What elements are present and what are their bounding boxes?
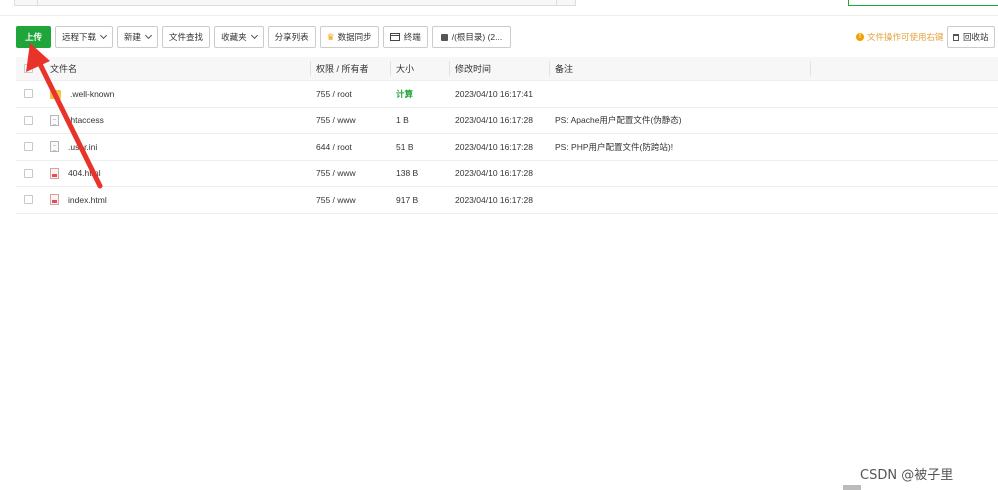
- file-permission[interactable]: 755 / www: [316, 108, 356, 134]
- file-name[interactable]: 404.html: [68, 168, 101, 178]
- file-manager-page: 上传 远程下载 新建 文件查找 收藏夹 分享列表 ♛ 数据同步 终端 /(根目录…: [0, 0, 998, 490]
- favorites-label: 收藏夹: [221, 32, 247, 42]
- terminal-icon: [389, 33, 400, 41]
- recycle-bin-button[interactable]: 回收站: [947, 26, 995, 48]
- html-file-icon: [50, 167, 59, 179]
- horizontal-scrollbar[interactable]: [843, 485, 861, 490]
- address-bar[interactable]: [14, 0, 576, 6]
- file-modified: 2023/04/10 16:17:41: [455, 88, 533, 99]
- file-search-label: 文件查找: [169, 32, 204, 42]
- row-check-cell: [24, 81, 33, 107]
- row-name-cell[interactable]: .user.ini: [50, 134, 97, 160]
- file-name[interactable]: .htaccess: [68, 115, 104, 125]
- table-row[interactable]: .well-known 755 / root 计算 2023/04/10 16:17:…: [16, 81, 998, 108]
- file-size[interactable]: 计算: [396, 81, 413, 107]
- header-size[interactable]: 大小: [389, 57, 414, 80]
- search-box[interactable]: [848, 0, 998, 6]
- info-icon: !: [856, 33, 864, 41]
- chevron-down-icon: [145, 31, 153, 40]
- terminal-label: 终端: [403, 32, 421, 42]
- share-list-button[interactable]: 分享列表: [267, 26, 316, 48]
- path-button[interactable]: /(根目录) (2...: [431, 26, 512, 48]
- file-modified: 2023/04/10 16:17:28: [455, 115, 533, 126]
- table-row[interactable]: .htaccess 755 / www 1 B 2023/04/10 16:17:28…: [16, 108, 998, 134]
- top-divider: [0, 15, 998, 16]
- row-checkbox[interactable]: [24, 115, 33, 125]
- upload-button[interactable]: 上传: [16, 26, 52, 48]
- chevron-down-icon: [250, 31, 258, 40]
- crown-icon: ♛: [326, 31, 335, 42]
- table-body: .well-known 755 / root 计算 2023/04/10 16:17:…: [16, 81, 998, 214]
- file-permission[interactable]: 755 / www: [316, 187, 356, 213]
- header-modified[interactable]: 修改时间: [448, 57, 491, 80]
- folder-icon: [50, 90, 61, 100]
- row-check-cell: [24, 108, 33, 134]
- file-size: 138 B: [396, 168, 419, 179]
- table-header: 文件名 权限 / 所有者 大小 修改时间 备注: [16, 57, 998, 81]
- row-check-cell: [24, 161, 33, 187]
- row-check-cell: [24, 134, 33, 160]
- file-permission[interactable]: 755 / www: [316, 161, 356, 187]
- row-name-cell[interactable]: .htaccess: [50, 108, 104, 134]
- chevron-down-icon: [99, 31, 108, 40]
- file-note[interactable]: PS: Apache用户配置文件(伪静态): [555, 108, 682, 134]
- disk-icon: [440, 33, 448, 41]
- table-row[interactable]: 404.html 755 / www 138 B 2023/04/10 16:17:2…: [16, 161, 998, 187]
- select-all-checkbox[interactable]: [24, 64, 33, 73]
- file-permission[interactable]: 755 / root: [316, 81, 352, 107]
- row-name-cell[interactable]: 404.html: [50, 161, 101, 187]
- favorites-button[interactable]: 收藏夹: [214, 26, 264, 48]
- data-sync-button[interactable]: ♛ 数据同步: [319, 26, 379, 48]
- terminal-button[interactable]: 终端: [382, 26, 428, 48]
- file-icon: [50, 114, 59, 126]
- path-label: /(根目录) (2...: [451, 32, 503, 42]
- file-name[interactable]: index.html: [68, 195, 107, 205]
- share-list-label: 分享列表: [274, 32, 309, 42]
- new-button[interactable]: 新建: [117, 26, 159, 48]
- table-row[interactable]: .user.ini 644 / root 51 B 2023/04/10 16:17:…: [16, 134, 998, 161]
- file-search-button[interactable]: 文件查找: [162, 26, 211, 48]
- upload-button-label: 上传: [25, 32, 43, 42]
- row-name-cell[interactable]: .well-known: [50, 81, 114, 107]
- row-name-cell[interactable]: index.html: [50, 187, 107, 213]
- file-note[interactable]: PS: PHP用户配置文件(防跨站)!: [555, 134, 673, 160]
- data-sync-label: 数据同步: [337, 32, 372, 42]
- right-click-tip: ! 文件操作可使用右键: [856, 31, 944, 43]
- recycle-bin-label: 回收站: [963, 32, 989, 42]
- file-size: 51 B: [396, 141, 414, 152]
- header-permission[interactable]: 权限 / 所有者: [310, 57, 369, 80]
- csdn-watermark: CSDN @被子里: [860, 468, 954, 483]
- file-name[interactable]: .user.ini: [68, 142, 97, 152]
- file-modified: 2023/04/10 16:17:28: [455, 141, 533, 152]
- address-bar-divider-left: [37, 0, 38, 5]
- trash-icon: [953, 33, 959, 41]
- header-name[interactable]: 文件名: [50, 57, 77, 80]
- row-check-cell: [24, 187, 33, 213]
- file-toolbar: 上传 远程下载 新建 文件查找 收藏夹 分享列表 ♛ 数据同步 终端 /(根目录…: [16, 26, 515, 48]
- file-size: 1 B: [396, 115, 409, 126]
- header-note: 备注: [548, 57, 573, 80]
- row-checkbox[interactable]: [24, 89, 33, 99]
- remote-download-button[interactable]: 远程下载: [55, 26, 114, 48]
- file-modified: 2023/04/10 16:17:28: [455, 194, 533, 205]
- row-checkbox[interactable]: [24, 142, 33, 152]
- select-all-cell: [24, 57, 33, 80]
- file-permission[interactable]: 644 / root: [316, 134, 352, 160]
- table-row[interactable]: index.html 755 / www 917 B 2023/04/10 16:17…: [16, 187, 998, 214]
- row-checkbox[interactable]: [24, 168, 33, 178]
- remote-download-label: 远程下载: [62, 32, 97, 42]
- file-name[interactable]: .well-known: [70, 89, 114, 99]
- tip-text: 文件操作可使用右键: [867, 32, 944, 42]
- file-size: 917 B: [396, 194, 419, 205]
- address-bar-divider-right: [556, 0, 557, 5]
- file-icon: [50, 141, 59, 153]
- file-modified: 2023/04/10 16:17:28: [455, 168, 533, 179]
- new-label: 新建: [124, 32, 142, 42]
- row-checkbox[interactable]: [24, 195, 33, 205]
- html-file-icon: [50, 194, 59, 206]
- file-table: 文件名 权限 / 所有者 大小 修改时间 备注 .well-known 755 /…: [16, 57, 998, 214]
